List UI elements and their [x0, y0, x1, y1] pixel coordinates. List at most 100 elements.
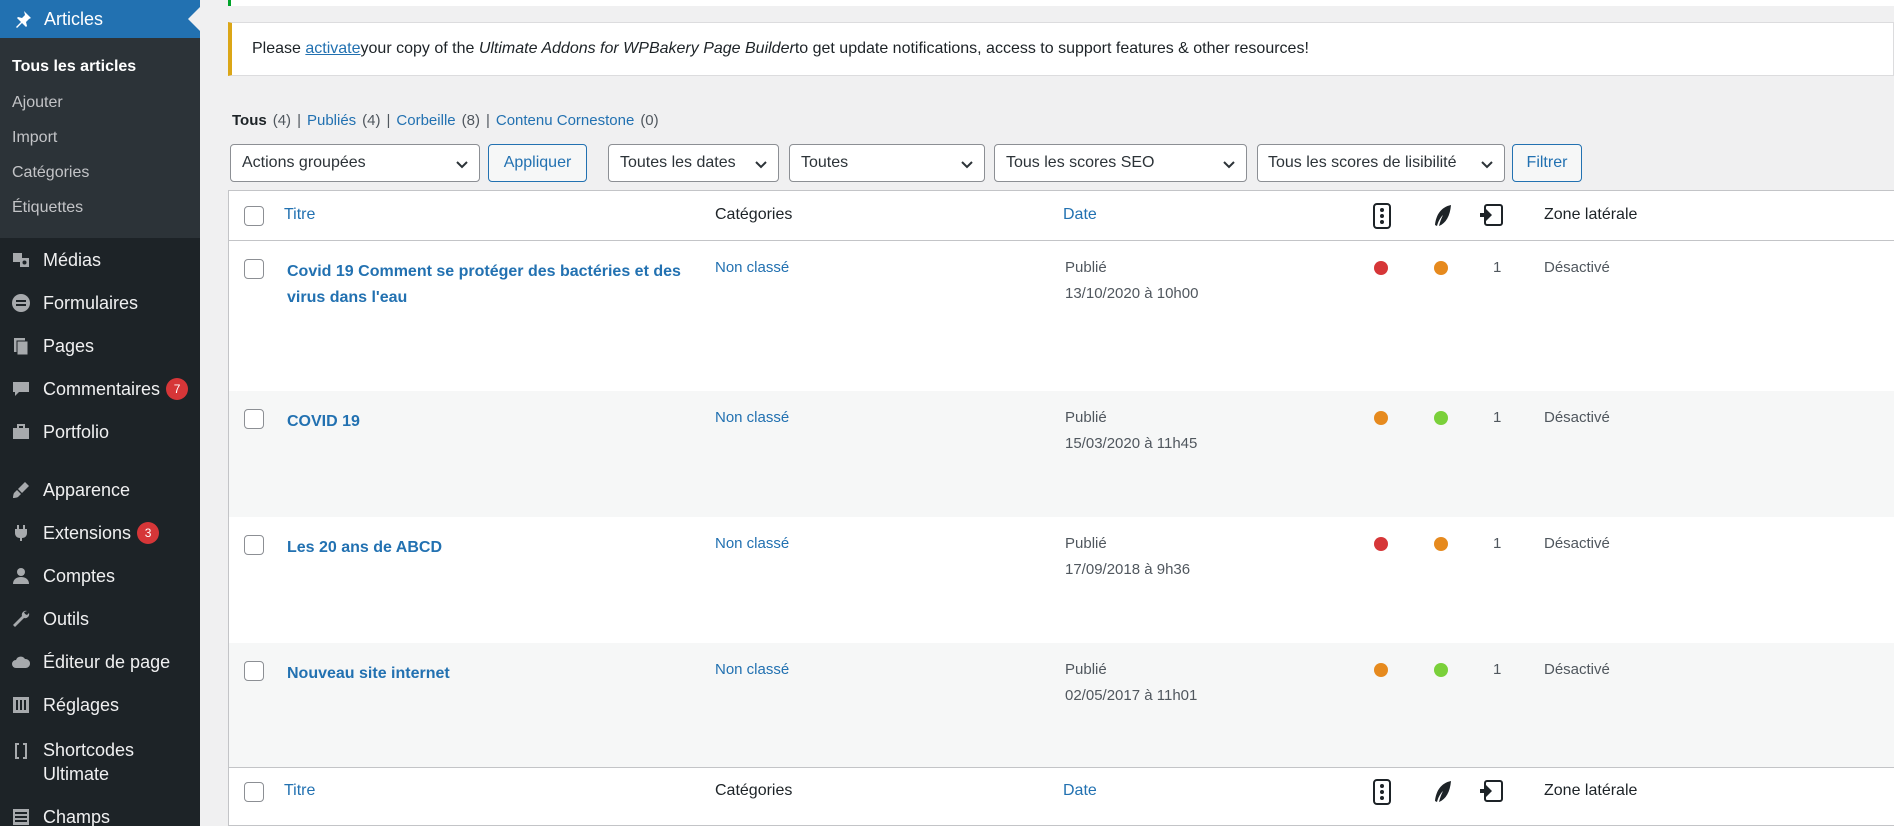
post-title-link[interactable]: Les 20 ans de ABCD: [287, 535, 687, 561]
readability-filter-value: Tous les scores de lisibilité: [1268, 154, 1457, 171]
select-all-checkbox[interactable]: [244, 206, 264, 226]
menu-item-accounts[interactable]: Comptes: [0, 561, 200, 591]
submenu-add[interactable]: Ajouter: [12, 94, 63, 112]
notice-text-middle: your copy of the: [360, 40, 475, 57]
readability-score-dot: [1434, 537, 1448, 551]
chevron-down-icon: [1223, 161, 1235, 169]
chevron-down-icon: [456, 161, 468, 169]
seo-score-icon[interactable]: [1371, 203, 1393, 229]
row-checkbox[interactable]: [244, 409, 264, 429]
filter-button[interactable]: Filtrer: [1512, 144, 1582, 182]
internal-links-count: 1: [1493, 259, 1502, 276]
chevron-down-icon: [961, 161, 973, 169]
menu-item-articles-label: Articles: [44, 8, 104, 29]
seo-score-icon[interactable]: [1371, 779, 1393, 805]
menu-item-media-label: Médias: [43, 249, 102, 270]
submenu-tags[interactable]: Étiquettes: [12, 199, 83, 217]
post-date: 15/03/2020 à 11h45: [1065, 435, 1198, 452]
post-status: Publié: [1065, 535, 1107, 552]
table-row: Nouveau site internet Non classé Publié …: [229, 643, 1894, 769]
menu-item-comments[interactable]: Commentaires 7: [0, 374, 200, 404]
menu-item-extensions[interactable]: Extensions 3: [0, 518, 200, 548]
pin-icon: [12, 8, 34, 30]
activate-link[interactable]: activate: [305, 40, 360, 58]
submenu-categories[interactable]: Catégories: [12, 164, 89, 182]
select-all-checkbox-footer[interactable]: [244, 782, 264, 802]
view-all[interactable]: Tous: [232, 112, 267, 129]
internal-links-count: 1: [1493, 661, 1502, 678]
seo-score-filter-value: Tous les scores SEO: [1006, 154, 1155, 171]
view-published[interactable]: Publiés: [307, 112, 356, 129]
menu-item-fields-label: Champs: [43, 806, 111, 826]
readability-feather-icon[interactable]: [1431, 779, 1453, 805]
menu-item-media[interactable]: Médias: [0, 245, 200, 275]
column-title-footer[interactable]: Titre: [284, 782, 315, 800]
menu-item-appearance-label: Apparence: [43, 479, 131, 500]
readability-feather-icon[interactable]: [1431, 203, 1453, 229]
table-row: COVID 19 Non classé Publié 15/03/2020 à …: [229, 391, 1894, 517]
comments-icon: [10, 378, 32, 400]
notice-text-after: to get update notifications, access to s…: [794, 40, 1309, 57]
menu-item-fields[interactable]: Champs: [0, 802, 200, 826]
menu-item-settings-label: Réglages: [43, 694, 120, 715]
menu-item-page-editor[interactable]: Éditeur de page: [0, 647, 200, 677]
row-checkbox[interactable]: [244, 259, 264, 279]
column-categories-footer: Catégories: [715, 782, 793, 799]
post-title-link[interactable]: Covid 19 Comment se protéger des bactéri…: [287, 259, 687, 311]
chevron-down-icon: [755, 161, 767, 169]
view-separator: |: [485, 112, 490, 129]
shortcodes-label-line1: Shortcodes: [43, 740, 135, 760]
view-separator: |: [297, 112, 301, 129]
menu-item-forms[interactable]: Formulaires: [0, 288, 200, 318]
submenu-all-articles[interactable]: Tous les articles: [12, 58, 136, 76]
post-status: Publié: [1065, 409, 1107, 426]
menu-item-accounts-label: Comptes: [43, 565, 116, 586]
submenu-import[interactable]: Import: [12, 129, 57, 147]
row-checkbox[interactable]: [244, 661, 264, 681]
menu-item-portfolio[interactable]: Portfolio: [0, 417, 200, 447]
view-separator: |: [386, 112, 391, 129]
portfolio-icon: [10, 421, 32, 443]
media-icon: [10, 249, 32, 271]
menu-item-appearance[interactable]: Apparence: [0, 475, 200, 505]
menu-item-tools[interactable]: Outils: [0, 604, 200, 634]
category-filter-select[interactable]: Toutes: [789, 144, 985, 182]
brush-icon: [10, 479, 32, 501]
chevron-down-icon: [1481, 161, 1493, 169]
date-filter-select[interactable]: Toutes les dates: [608, 144, 779, 182]
column-date-header[interactable]: Date: [1063, 206, 1097, 224]
post-category-link[interactable]: Non classé: [715, 409, 789, 426]
menu-item-shortcodes-label: Shortcodes Ultimate: [43, 738, 134, 786]
apply-button[interactable]: Appliquer: [488, 144, 587, 182]
readability-filter-select[interactable]: Tous les scores de lisibilité: [1257, 144, 1505, 182]
post-category-link[interactable]: Non classé: [715, 535, 789, 552]
posts-table: Titre Catégories Date Zone latérale Covi…: [228, 190, 1894, 826]
seo-score-filter-select[interactable]: Tous les scores SEO: [994, 144, 1247, 182]
menu-item-forms-label: Formulaires: [43, 292, 139, 313]
table-row: Les 20 ans de ABCD Non classé Publié 17/…: [229, 517, 1894, 643]
menu-item-settings[interactable]: Réglages: [0, 690, 200, 720]
column-title-header[interactable]: Titre: [284, 206, 315, 224]
view-cornerstone[interactable]: Contenu Cornestone: [496, 112, 634, 129]
post-title-link[interactable]: Nouveau site internet: [287, 661, 687, 687]
post-category-link[interactable]: Non classé: [715, 661, 789, 678]
column-date-footer[interactable]: Date: [1063, 782, 1097, 800]
menu-item-tools-label: Outils: [43, 608, 90, 629]
view-all-count: (4): [272, 112, 292, 129]
menu-item-articles[interactable]: Articles: [0, 0, 200, 38]
post-category-link[interactable]: Non classé: [715, 259, 789, 276]
menu-item-shortcodes-ultimate[interactable]: Shortcodes Ultimate: [0, 738, 200, 784]
row-checkbox[interactable]: [244, 535, 264, 555]
bulk-actions-select[interactable]: Actions groupées: [230, 144, 480, 182]
category-filter-value: Toutes: [801, 154, 849, 171]
post-title-link[interactable]: COVID 19: [287, 409, 687, 435]
internal-links-icon[interactable]: [1477, 779, 1505, 805]
comments-count-badge: 7: [166, 378, 189, 400]
view-trash[interactable]: Corbeille: [396, 112, 455, 129]
menu-item-pages[interactable]: Pages: [0, 331, 200, 361]
menu-item-pages-label: Pages: [43, 335, 95, 356]
extensions-count-badge: 3: [137, 522, 160, 544]
post-status: Publié: [1065, 661, 1107, 678]
settings-icon: [10, 694, 32, 716]
internal-links-icon[interactable]: [1477, 203, 1505, 229]
